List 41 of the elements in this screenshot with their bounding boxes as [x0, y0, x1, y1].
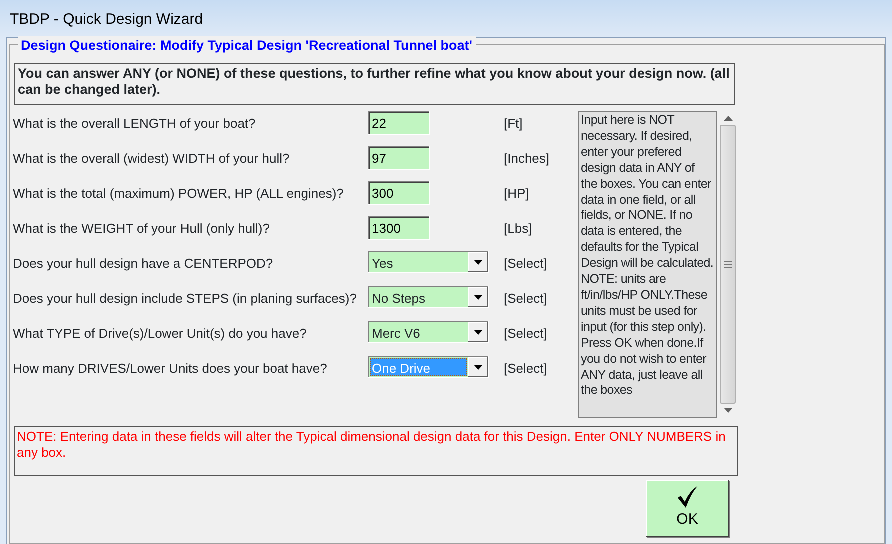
unit-label: [Select] — [504, 360, 548, 378]
scroll-down-icon[interactable] — [724, 408, 732, 413]
dropdown[interactable]: Yes — [368, 251, 489, 273]
question-label: How many DRIVES/Lower Units does your boat have? — [13, 360, 328, 378]
scroll-up-icon[interactable] — [724, 116, 732, 121]
question-label: What is the WEIGHT of your Hull (only hull)? — [13, 220, 271, 238]
question-label: What is the overall (widest) WIDTH of your hull? — [13, 150, 291, 168]
ok-button[interactable]: OK — [646, 480, 729, 537]
dropdown-button[interactable] — [468, 252, 488, 272]
intro-text: You can answer ANY (or NONE) of these questions, to further refine what you know about your design now. (all can be changed later). — [14, 63, 735, 105]
caret-icon — [474, 294, 482, 300]
unit-label: [Select] — [504, 255, 548, 273]
caret-icon — [474, 330, 482, 334]
window-title: TBDP - Quick Design Wizard — [9, 10, 204, 30]
grip-icon — [724, 261, 732, 268]
unit-label: [Select] — [504, 325, 548, 343]
unit-label: [Select] — [504, 290, 548, 308]
dropdown-button[interactable] — [468, 322, 488, 342]
unit-label: [Ft] — [504, 115, 523, 133]
caret-icon — [474, 260, 482, 264]
input-field[interactable]: 22 — [368, 111, 430, 135]
input-field[interactable]: 300 — [368, 181, 430, 205]
checkmark-icon — [676, 485, 698, 510]
unit-label: [HP] — [504, 185, 530, 203]
unit-label: [Lbs] — [504, 220, 532, 238]
scroll-thumb[interactable] — [720, 125, 736, 404]
dropdown[interactable]: No Steps — [368, 286, 489, 308]
question-label: Does your hull design have a CENTERPOD? — [13, 255, 274, 273]
question-label: What is the total (maximum) POWER, HP (ALL engines)? — [13, 185, 345, 203]
input-field[interactable]: 1300 — [368, 216, 430, 240]
question-label: What TYPE of Drive(s)/Lower Unit(s) do you have? — [13, 325, 308, 343]
dropdown-button[interactable] — [468, 287, 488, 307]
caret-icon — [474, 364, 482, 370]
input-field[interactable]: 97 — [368, 146, 430, 170]
dropdown[interactable]: Merc V6 — [368, 321, 489, 343]
dropdown-button[interactable] — [468, 357, 488, 377]
question-label: What is the overall LENGTH of your boat? — [13, 115, 257, 133]
unit-label: [Inches] — [504, 150, 550, 168]
question-label: Does your hull design include STEPS (in planing surfaces)? — [13, 290, 358, 308]
note-text: NOTE: Entering data in these fields will alter the Typical dimensional design data for this Design. Enter ONLY NUMBERS in any box. — [14, 426, 738, 476]
help-text: Input here is NOT necessary. If desired, enter your prefered design data in ANY of the boxes. You can enter data in one field, or all fields, or NONE. If no data is entered, the defaults for the Typical Design will be calculated. NOTE: units are ft/in/lbs/HP ONLY.These units must be used for input (for this step only). Press OK when done.If you do not wish to enter ANY data, just leave all the boxes — [578, 111, 717, 418]
